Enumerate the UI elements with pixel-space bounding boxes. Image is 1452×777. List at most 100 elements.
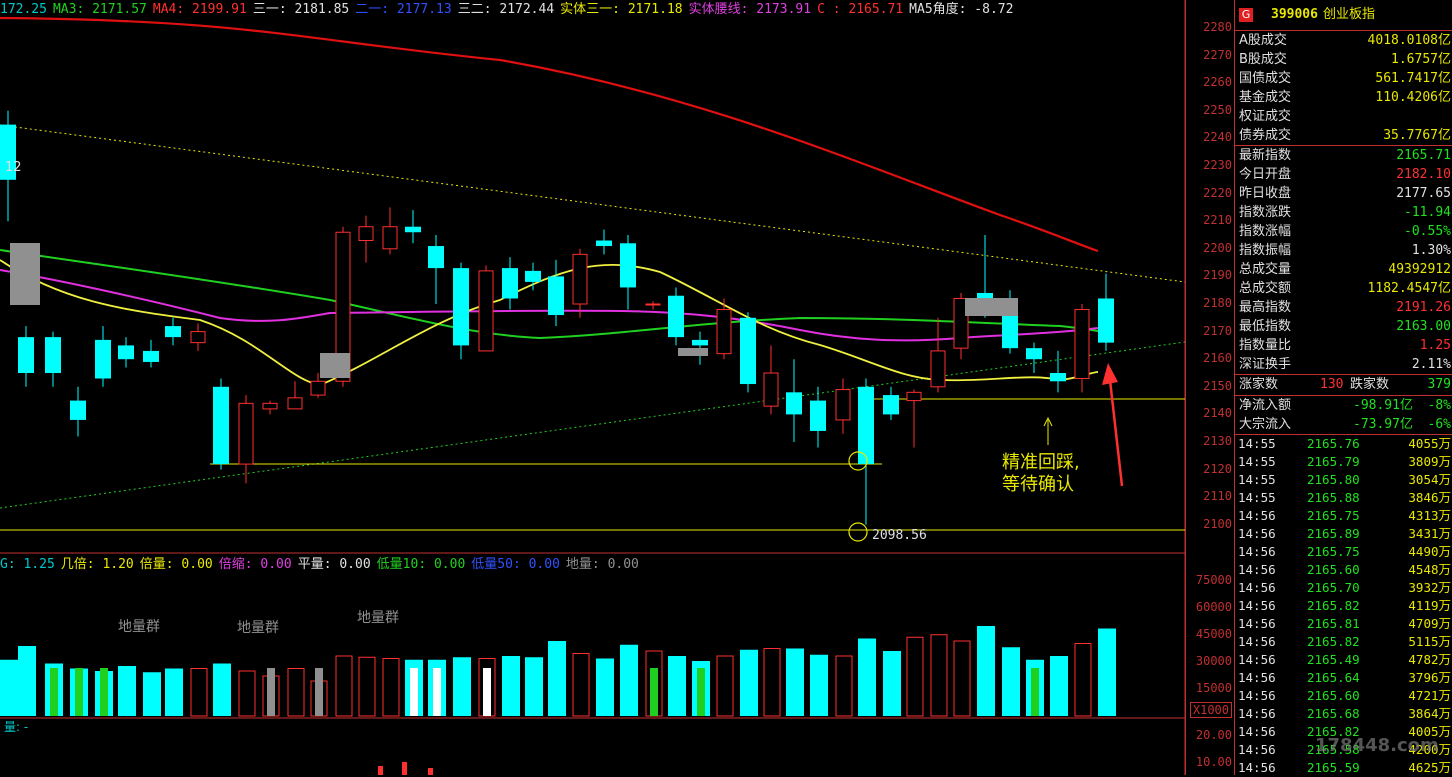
tick-row[interactable]: 14:56 2165.49 4782万 (1235, 651, 1452, 669)
volume-highlight (315, 668, 323, 716)
candle-body-down (668, 295, 684, 338)
tick-price: 2165.79 (1307, 454, 1360, 469)
flow-label: 大宗流入 (1239, 417, 1292, 432)
stat-row: 深证换手 2.11% (1235, 355, 1452, 374)
tick-vol: 4709万 (1408, 616, 1451, 631)
red-arrow (1108, 379, 1124, 487)
ma-legend-item: MA4: 2199.91 (152, 2, 247, 17)
ma-legend-item: C : 2165.71 (817, 2, 904, 17)
candle-body-down (18, 337, 34, 373)
tick-time: 14:55 (1238, 454, 1276, 469)
price-axis-label: 2140 (1203, 406, 1232, 421)
ground-volume-label: 地量群 (357, 610, 399, 626)
volume-bar-down (883, 651, 901, 716)
tick-time: 14:56 (1238, 688, 1276, 703)
gray-block (965, 298, 1018, 316)
volume-bar-up (953, 640, 971, 717)
price-axis-label: 2200 (1203, 240, 1232, 255)
tick-time: 14:56 (1238, 580, 1276, 595)
tick-row[interactable]: 14:56 2165.70 3932万 (1235, 579, 1452, 597)
volume-bar-down (548, 641, 566, 716)
tick-time: 14:56 (1238, 598, 1276, 613)
tick-row[interactable]: 14:56 2165.60 4721万 (1235, 687, 1452, 705)
candle-body-down (786, 392, 802, 415)
stat-label: 最低指数 (1239, 319, 1292, 334)
stat-row: 今日开盘 2182.10 (1235, 165, 1452, 184)
tick-row[interactable]: 14:56 2165.64 3796万 (1235, 669, 1452, 687)
tick-row[interactable]: 14:56 2165.75 4313万 (1235, 507, 1452, 525)
candle-body-up (262, 402, 278, 410)
stat-label: 基金成交 (1239, 90, 1292, 105)
tick-row[interactable]: 14:56 2165.89 3431万 (1235, 525, 1452, 543)
price-axis-label: 2130 (1203, 434, 1232, 448)
volume-bar-down (18, 646, 36, 716)
candle-body-down (502, 268, 518, 299)
down-count-label: 跌家数 (1350, 377, 1390, 392)
candle-body-down (453, 268, 469, 346)
volume-axis-label: 75000 (1195, 573, 1232, 587)
stat-value: 4018.0108亿 (1367, 33, 1451, 48)
kline-chart-svg[interactable] (0, 0, 1234, 775)
tick-row[interactable]: 14:56 2165.68 3864万 (1235, 705, 1452, 723)
candle-body-up (763, 372, 779, 407)
tick-vol: 3796万 (1408, 670, 1451, 685)
tick-row[interactable]: 14:55 2165.79 3809万 (1235, 453, 1452, 471)
tick-list[interactable]: 14:55 2165.76 4055万 14:55 2165.79 3809万 14:55 2… (1235, 434, 1452, 777)
tick-row[interactable]: 14:56 2165.81 4709万 (1235, 615, 1452, 633)
stat-row: 最高指数 2191.26 (1235, 298, 1452, 317)
stat-label: 最高指数 (1239, 300, 1292, 315)
volume-axis-label: 60000 (1195, 600, 1232, 614)
stat-value: 1.6757亿 (1391, 52, 1451, 67)
tick-row[interactable]: 14:56 2165.59 4625万 (1235, 759, 1452, 777)
stat-row: B股成交 1.6757亿 (1235, 50, 1452, 69)
tick-time: 14:56 (1238, 724, 1276, 739)
tick-row[interactable]: 14:56 2165.75 4490万 (1235, 543, 1452, 561)
stat-label: 深证换手 (1239, 357, 1292, 372)
stat-value: 2191.26 (1396, 300, 1451, 315)
stat-row: 指数涨跌 -11.94 (1235, 203, 1452, 222)
red-arrowhead (1102, 363, 1118, 385)
index-badge: G (1239, 8, 1253, 22)
stat-value: -0.55% (1404, 224, 1451, 239)
tick-row[interactable]: 14:56 2165.82 4119万 (1235, 597, 1452, 615)
tick-row[interactable]: 14:55 2165.76 4055万 (1235, 435, 1452, 453)
volume-highlight (50, 668, 58, 716)
tick-row[interactable]: 14:55 2165.88 3846万 (1235, 489, 1452, 507)
volume-bar-up (190, 668, 208, 717)
indicator-bar (402, 762, 407, 775)
vol-legend-item: 低量10: 0.00 (376, 557, 466, 572)
tick-vol: 4782万 (1408, 652, 1451, 667)
volume-bar-up (906, 636, 924, 717)
flow-row: 大宗流入 -73.97亿 -6% (1235, 415, 1452, 434)
stat-row: 昨日收盘 2177.65 (1235, 184, 1452, 203)
stat-label: 今日开盘 (1239, 167, 1292, 182)
price-axis-label: 2240 (1203, 130, 1232, 145)
volume-highlight (75, 668, 83, 716)
volume-bar-down (810, 654, 828, 716)
kline-chart-area[interactable]: 172.25 MA3: 2171.57 MA4: 2199.91 三一: 2181.8… (0, 0, 1234, 775)
flow-stats: 净流入额 -98.91亿 -8% 大宗流入 -73.97亿 -6% (1235, 395, 1452, 434)
candle-body-down (883, 395, 899, 415)
tick-vol: 3932万 (1408, 580, 1451, 595)
tick-row[interactable]: 14:56 2165.60 4548万 (1235, 561, 1452, 579)
stat-row: 指数振幅 1.30% (1235, 241, 1452, 260)
candle-body-down (525, 270, 541, 282)
volume-bar-up (382, 658, 400, 717)
stat-label: 国债成交 (1239, 71, 1292, 86)
volume-bar-up (835, 655, 853, 717)
tick-time: 14:56 (1238, 742, 1276, 757)
stat-value: 2163.00 (1396, 319, 1451, 334)
stat-label: 指数涨幅 (1239, 224, 1292, 239)
tick-row[interactable]: 14:55 2165.80 3054万 (1235, 471, 1452, 489)
candle-body-down (165, 326, 181, 338)
volume-bar-down (143, 672, 161, 716)
ma-legend-item: 三二: 2172.44 (457, 2, 555, 17)
tick-time: 14:56 (1238, 652, 1276, 667)
ma-legend-item: 三一: 2181.85 (252, 2, 350, 17)
volume-bar-down (620, 644, 638, 716)
tick-price: 2165.49 (1307, 652, 1360, 667)
ma-legend-item: 实体腰线: 2173.91 (688, 2, 812, 17)
tick-row[interactable]: 14:56 2165.82 5115万 (1235, 633, 1452, 651)
breadth-row: 涨家数 130 跌家数 379 (1235, 374, 1452, 395)
flow-value: -73.97亿 (1353, 417, 1413, 432)
